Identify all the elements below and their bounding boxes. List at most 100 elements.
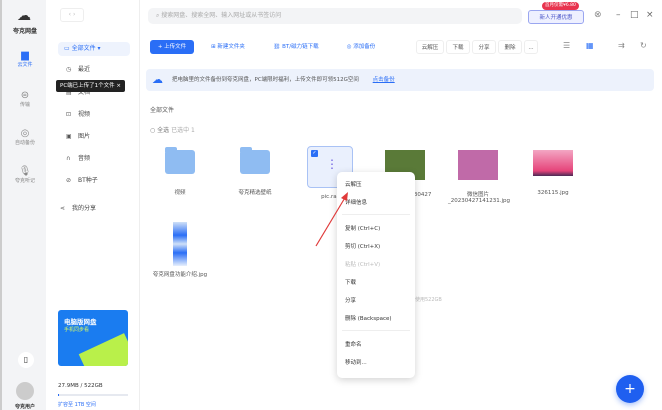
add-backup-button[interactable]: ◎ 添加备份 [338,40,384,54]
menu-item-delete[interactable]: 删除 (Backspace) [345,314,392,322]
vip-button[interactable]: 新人开通优惠 [528,10,584,24]
storage-upgrade-link[interactable]: 扩容至 1TB 空间 [58,401,96,408]
file-name: 夸克精选壁纸 [238,190,272,196]
file-item[interactable]: 微信图片_20230427141231.jpg [448,150,510,204]
label: 全选 [157,127,170,134]
upload-button[interactable]: + 上传文件 [150,40,194,54]
quark-logo-icon: ☁ [17,8,31,24]
sidebar-item-recent[interactable]: ◷ 最近 [66,64,90,76]
archive-icon: ⋮ [326,157,338,171]
label: 图片 [78,133,91,140]
banner-link[interactable]: 点击备份 [373,77,395,83]
transfer-icon: ⊜ [20,90,30,101]
file-name: 326115.jpg [537,190,569,196]
menu-item-paste: 粘贴 (Ctrl+V) [345,262,381,268]
phone-icon[interactable]: ▯ [18,352,34,368]
storage-usage: 27.9MB / 522GB [58,383,103,389]
menu-item-rename[interactable]: 重命名 [345,340,362,348]
rail-cloud-files[interactable]: ▆ 云文件 [6,50,44,68]
file-item[interactable]: 夸克精选壁纸 [225,147,285,196]
label: 音频 [78,155,91,162]
mic-icon: 🎙 [18,166,32,177]
label: BT种子 [78,177,98,184]
refresh-icon[interactable]: ↻ [640,41,647,50]
sidebar-all-files[interactable]: ▭ 全部文件 ▾ [58,42,130,56]
storage-bar [58,394,128,396]
file-name: 微信图片_20230427141231.jpg [448,192,510,204]
folder-icon [165,147,195,174]
rail-backup[interactable]: ◎ 自动备份 [6,128,44,146]
sidebar-item-bt[interactable]: ⊘ BT种子 [66,175,98,187]
share-button[interactable]: 分享 [472,40,496,54]
sidebar: ▭ 全部文件 ▾ ◷ 最近 ▤ 文档 ⊡ 视频 ▣ 图片 ∩ 音频 ⊘ BT种子 ⋖ 我的分享… [46,0,140,410]
search-placeholder: 搜索网盘、搜索全网、输入网址或从书签访问 [161,12,282,19]
close-icon[interactable]: × [116,83,121,89]
label: 我的分享 [72,205,97,212]
image-thumbnail [458,150,498,180]
label: 最近 [78,66,91,73]
link-icon: ⊘ [66,177,72,184]
share-icon: ⋖ [60,205,66,212]
folder-icon: ▭ [64,45,72,52]
file-item[interactable]: 326115.jpg [523,150,583,196]
new-folder-button[interactable]: ⊞ 新建文件夹 [202,40,254,54]
file-item[interactable]: 视频 [150,147,210,196]
sidebar-item-audio[interactable]: ∩ 音频 [66,153,90,165]
list-view-icon[interactable]: ☰ [563,41,570,50]
settings-icon[interactable]: ⊗ [594,10,602,20]
cloud-upload-icon: ☁ [152,73,163,86]
promo-title: 电脑版网盘 [64,318,97,326]
upload-tooltip: PC端已上传了1个文件 × [56,80,126,92]
rail-label: 传输 [19,102,30,108]
bt-download-button[interactable]: ⛓ BT/磁力链下载 [264,40,328,54]
sidebar-my-share[interactable]: ⋖ 我的分享 [60,203,96,215]
maximize-icon[interactable]: □ [630,10,639,20]
sort-icon[interactable]: ⇉ [618,41,625,50]
label: 视频 [78,111,91,118]
sidebar-item-images[interactable]: ▣ 图片 [66,131,90,143]
checkbox-checked[interactable]: ✓ [311,150,318,157]
menu-item-share[interactable]: 分享 [345,296,356,304]
rail-label: 自动备份 [14,140,35,146]
minimize-icon[interactable]: – [616,10,621,20]
sidebar-item-video[interactable]: ⊡ 视频 [66,109,90,121]
tooltip-text: PC端已上传了1个文件 [60,83,115,89]
promo-banner[interactable]: 电脑版网盘 手机同步看 [58,310,128,366]
avatar[interactable] [16,382,34,400]
image-thumbnail [173,222,187,266]
file-item[interactable]: 夸克网盘功能介绍.jpg [150,222,210,278]
rail-transfer[interactable]: ⊜ 传输 [6,90,44,108]
promo-graphic [78,333,128,366]
backup-icon: ◎ [20,128,30,139]
cloud-folder-icon: ▆ [21,50,29,61]
image-thumbnail [533,150,573,176]
breadcrumb: 全部文件 [150,107,175,114]
more-button[interactable]: ... [524,40,538,54]
search-input[interactable]: ⌕ 搜索网盘、搜索全网、输入网址或从书签访问 [148,8,522,24]
close-window-icon[interactable]: × [646,10,654,20]
left-rail: ☁ 夸克网盘 ▆ 云文件 ⊜ 传输 ◎ 自动备份 🎙 夸克听记 ▯ 夸克用户 [0,0,46,410]
label: 全部文件 [71,45,96,52]
menu-item-move[interactable]: 移动到... [345,358,367,366]
menu-item-unzip[interactable]: 云解压 [345,180,362,188]
action-toolbar: 云解压 下载 分享 删除 ... [416,40,538,54]
rail-notes[interactable]: 🎙 夸克听记 [6,166,44,184]
file-name: 夸克网盘功能介绍.jpg [152,272,208,278]
fab-add-button[interactable]: + [616,375,644,403]
user-name: 夸克用户 [14,404,35,410]
nav-back-forward[interactable]: ‹ › [60,8,84,22]
select-all[interactable]: ○ 全选 已选中 1 [150,125,195,134]
delete-button[interactable]: 删除 [498,40,522,54]
download-button[interactable]: 下载 [446,40,470,54]
label: 新建文件夹 [217,44,245,50]
grid-view-icon[interactable]: ▦ [586,41,594,50]
menu-item-download[interactable]: 下载 [345,278,356,286]
rail-label: 夸克听记 [14,178,35,184]
annotation-arrow [315,192,348,247]
divider [342,214,410,215]
folder-icon [240,147,270,174]
link-icon: ⛓ [273,44,283,50]
selected-count: 已选中 1 [171,127,195,134]
unzip-button[interactable]: 云解压 [416,40,444,54]
label: 上传文件 [164,44,187,50]
